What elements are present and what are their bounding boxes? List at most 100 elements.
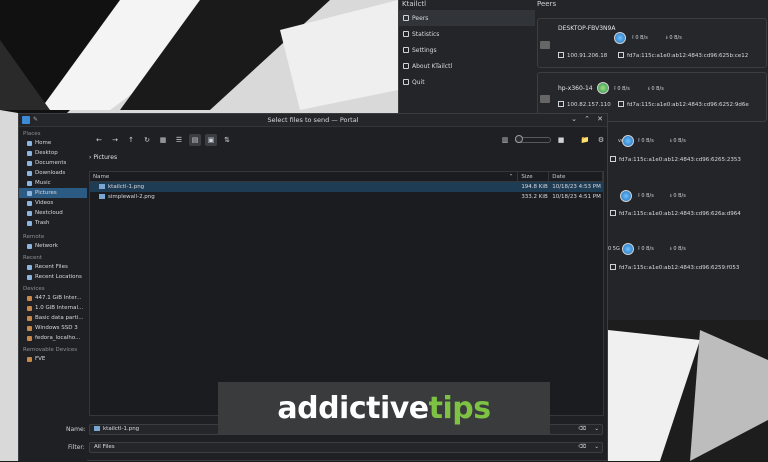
- back-icon[interactable]: ←: [93, 134, 105, 146]
- device-item[interactable]: 447.1 GiB Inter...: [19, 293, 87, 303]
- download-value: 0 B/s: [669, 35, 682, 41]
- nav-item-quit[interactable]: Quit: [399, 74, 535, 90]
- ipv6-text: fd7a:115c:a1e0:ab12:4843:cd96:6252:9d6e: [627, 102, 749, 108]
- download-rate: ⭳ 0 B/s: [670, 193, 686, 199]
- place-home[interactable]: Home: [19, 138, 87, 148]
- place-downloads[interactable]: Downloads: [19, 168, 87, 178]
- upload-rate: ⭱ 0 B/s: [632, 35, 648, 41]
- addictivetips-watermark: addictive tips: [218, 382, 550, 434]
- place-recent-locations[interactable]: Recent Locations: [19, 272, 87, 282]
- info-icon: [403, 63, 409, 69]
- place-label: Music: [35, 180, 51, 186]
- file-row[interactable]: ktailctl-1.png 194.8 KiB 10/18/23 4:53 P…: [90, 182, 603, 192]
- sort-icon[interactable]: ⇅: [221, 134, 233, 146]
- peers-icon: [403, 15, 409, 21]
- device-item[interactable]: fedora_localho...: [19, 333, 87, 343]
- place-label: Desktop: [35, 150, 58, 156]
- drive-icon: [27, 335, 32, 341]
- place-music[interactable]: Music: [19, 178, 87, 188]
- image-file-icon: [94, 426, 100, 431]
- detail-view-icon[interactable]: ▤: [189, 134, 201, 146]
- clear-icon[interactable]: ⌫: [578, 425, 586, 434]
- name-label: Name:: [66, 426, 86, 433]
- drive-icon: [27, 315, 32, 321]
- settings-gear-icon[interactable]: ⚙: [595, 134, 607, 146]
- device-item[interactable]: Basic data parti...: [19, 313, 87, 323]
- dialog-toolbar: ← → ↑ ↻ ▦ ☰ ▤ ▣ ⇅ ▥ ■ 📁 ⚙: [89, 130, 607, 150]
- zoom-slider[interactable]: [515, 135, 551, 143]
- peer-ipv4[interactable]: 100.91.206.18: [558, 52, 607, 59]
- filter-label: Filter:: [68, 444, 85, 451]
- place-documents[interactable]: Documents: [19, 158, 87, 168]
- nav-item-peers[interactable]: Peers: [399, 10, 535, 26]
- device-item[interactable]: Windows SSD 3: [19, 323, 87, 333]
- devices-heading: Devices: [23, 286, 45, 292]
- upload-rate: ⭱ 0 B/s: [638, 193, 654, 199]
- file-size: 333.2 KiB: [521, 194, 548, 200]
- computer-icon: [540, 41, 550, 49]
- trash-icon: [27, 220, 32, 226]
- clear-icon[interactable]: ⌫: [578, 443, 586, 452]
- reload-icon[interactable]: ↻: [141, 134, 153, 146]
- maximize-icon[interactable]: ⌃: [582, 115, 592, 123]
- upload-value: 0 B/s: [641, 138, 654, 144]
- device-item[interactable]: 1.0 GiB Internal...: [19, 303, 87, 313]
- place-pictures[interactable]: Pictures: [19, 188, 87, 198]
- peer-card[interactable]: DESKTOP-FBV3N9A ⭱ 0 B/s ⭳ 0 B/s 100.91.2…: [537, 18, 767, 68]
- os-icon: [622, 243, 634, 255]
- peer-ipv6[interactable]: fd7a:115c:a1e0:ab12:4843:cd96:626a:d964: [610, 210, 741, 217]
- file-name: simplewall-2.png: [108, 194, 155, 200]
- filter-select[interactable]: All Files ⌫ ⌄: [89, 442, 603, 453]
- peer-ipv6[interactable]: fd7a:115c:a1e0:ab12:4843:cd96:6265:2353: [610, 156, 741, 163]
- peer-ipv6[interactable]: fd7a:115c:a1e0:ab12:4843:cd96:6259:f053: [610, 264, 739, 271]
- compact-view-icon[interactable]: ☰: [173, 134, 185, 146]
- new-folder-icon[interactable]: 📁: [579, 134, 591, 146]
- settings-icon: [403, 47, 409, 53]
- os-icon: [597, 82, 609, 94]
- column-size[interactable]: Size: [518, 172, 550, 181]
- close-icon[interactable]: ✕: [595, 115, 605, 123]
- breadcrumb[interactable]: › Pictures: [89, 154, 117, 161]
- peer-name: 0 5G: [608, 246, 620, 252]
- place-network[interactable]: Network: [19, 241, 87, 251]
- recent-locations-icon: [27, 274, 32, 280]
- peer-ipv6[interactable]: fd7a:115c:a1e0:ab12:4843:cd96:625b:ce12: [618, 52, 748, 59]
- column-date[interactable]: Date: [549, 172, 603, 181]
- nav-label: About KTailctl: [412, 62, 453, 70]
- peer-name: hp-x360-14: [558, 85, 593, 92]
- nav-item-statistics[interactable]: Statistics: [399, 26, 535, 42]
- pin-icon[interactable]: ✎: [33, 116, 38, 123]
- computer-icon: [540, 95, 550, 103]
- place-trash[interactable]: Trash: [19, 218, 87, 228]
- column-name[interactable]: Name ⌃: [90, 172, 519, 181]
- download-value: 0 B/s: [673, 193, 686, 199]
- zoom-slider-handle[interactable]: [515, 135, 523, 143]
- nav-item-settings[interactable]: Settings: [399, 42, 535, 58]
- app-icon: [22, 116, 30, 124]
- ktailctl-nav: Peers Statistics Settings About KTailctl…: [399, 10, 535, 90]
- nav-label: Statistics: [412, 30, 440, 38]
- dialog-titlebar[interactable]: ✎ Select files to send — Portal ⌄ ⌃ ✕: [19, 114, 607, 127]
- up-icon[interactable]: ↑: [125, 134, 137, 146]
- place-desktop[interactable]: Desktop: [19, 148, 87, 158]
- zoom-in-icon[interactable]: ■: [555, 134, 567, 146]
- place-recent-files[interactable]: Recent Files: [19, 262, 87, 272]
- copy-icon: [558, 52, 564, 58]
- peer-ipv6[interactable]: fd7a:115c:a1e0:ab12:4843:cd96:6252:9d6e: [618, 101, 749, 108]
- removable-item[interactable]: FVE: [19, 354, 87, 364]
- download-value: 0 B/s: [673, 246, 686, 252]
- forward-icon[interactable]: →: [109, 134, 121, 146]
- place-nextcloud[interactable]: Nextcloud: [19, 208, 87, 218]
- minimize-icon[interactable]: ⌄: [569, 115, 579, 123]
- file-row[interactable]: simplewall-2.png 333.2 KiB 10/18/23 4:51…: [90, 192, 603, 202]
- desktop-icon: [27, 150, 32, 156]
- nav-item-about[interactable]: About KTailctl: [399, 58, 535, 74]
- peer-ipv4[interactable]: 100.82.157.110: [558, 101, 611, 108]
- icons-view-icon[interactable]: ▦: [157, 134, 169, 146]
- place-videos[interactable]: Videos: [19, 198, 87, 208]
- sort-asc-icon: ⌃: [508, 174, 514, 180]
- chevron-down-icon[interactable]: ⌄: [594, 425, 599, 434]
- chevron-down-icon[interactable]: ⌄: [594, 443, 599, 452]
- preview-icon[interactable]: ▣: [205, 134, 217, 146]
- ipv6-text: fd7a:115c:a1e0:ab12:4843:cd96:6259:f053: [619, 265, 740, 271]
